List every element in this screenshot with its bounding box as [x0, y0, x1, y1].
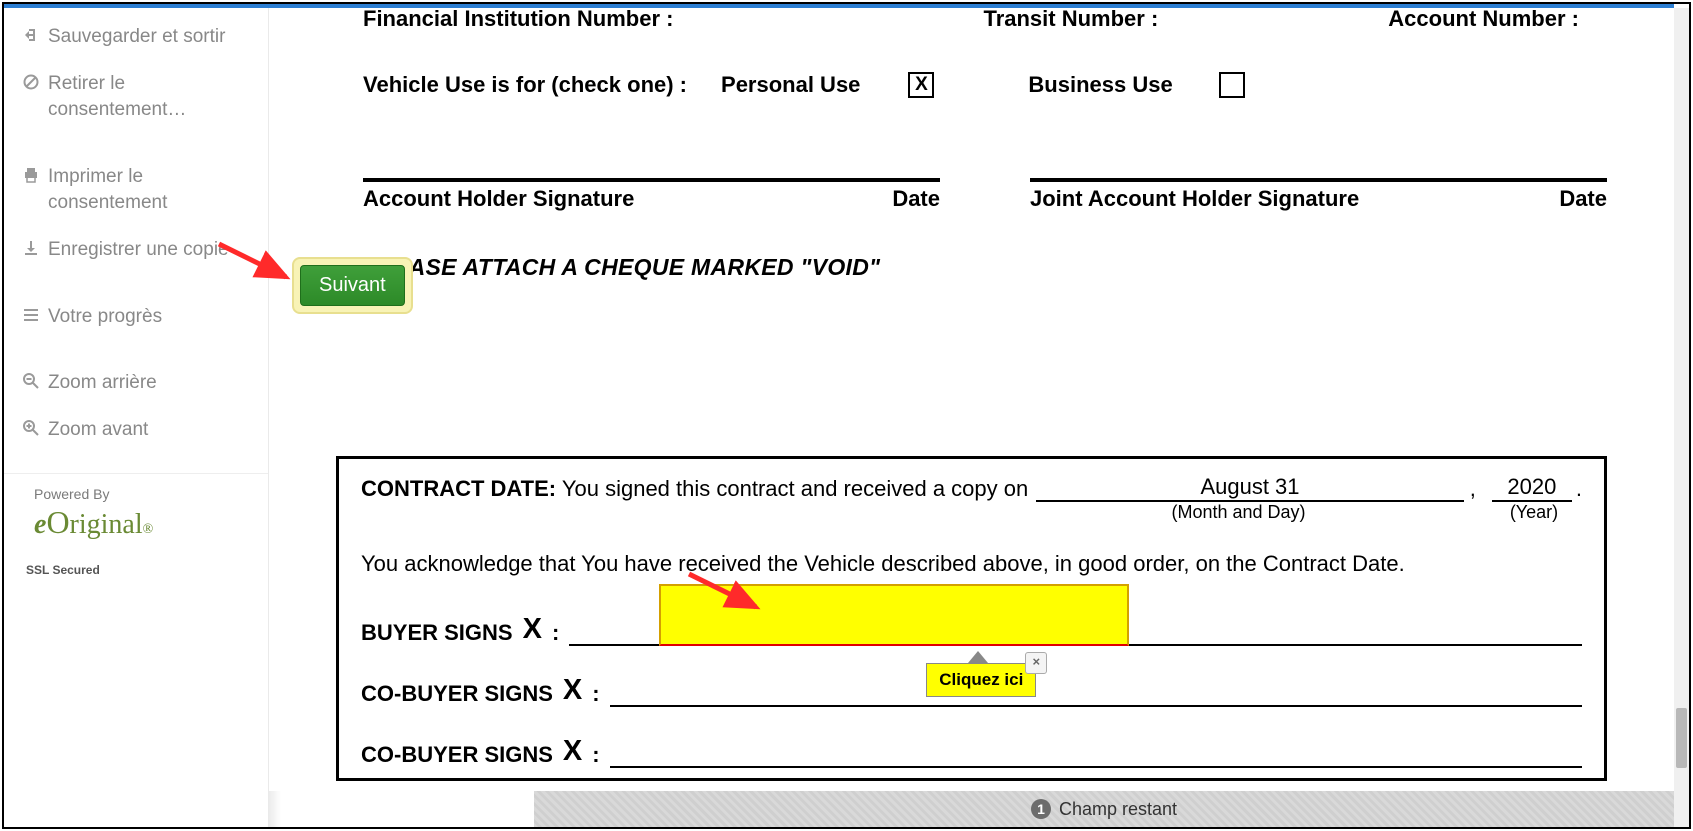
big-x: X — [523, 613, 542, 646]
zoom-in-icon — [22, 420, 40, 436]
sig1-date-label: Date — [892, 186, 940, 212]
powered-by-label: Powered By — [34, 486, 238, 502]
list-icon — [22, 307, 40, 323]
personal-use-label: Personal Use — [721, 72, 860, 98]
sig-line — [1030, 178, 1607, 182]
exit-icon — [22, 27, 40, 43]
transit-number-label: Transit Number : — [983, 8, 1158, 32]
zoom-out-icon — [22, 373, 40, 389]
document-viewport[interactable]: Financial Institution Number : Transit N… — [269, 8, 1674, 791]
contract-date-text: You signed this contract and received a … — [562, 476, 1028, 501]
sig2-date-label: Date — [1559, 186, 1607, 212]
sidebar-label: Sauvegarder et sortir — [48, 24, 250, 51]
colon: : — [552, 620, 559, 646]
contract-box: CONTRACT DATE: You signed this contract … — [336, 456, 1607, 781]
cobuyer2-signs-label: CO-BUYER SIGNS — [361, 742, 553, 768]
sidebar-item-save-copy[interactable]: Enregistrer une copie — [4, 227, 268, 274]
document-page: Financial Institution Number : Transit N… — [281, 8, 1662, 789]
tooltip-close-button[interactable]: × — [1025, 652, 1047, 674]
ban-icon — [22, 74, 40, 90]
download-icon — [22, 240, 40, 256]
big-x: X — [563, 674, 582, 707]
contract-month-day: August 31 — [1036, 474, 1464, 502]
contract-year: 2020 — [1492, 474, 1572, 502]
sig2-label: Joint Account Holder Signature — [1030, 186, 1359, 212]
buyer-sign-line: Cliquez ici × — [569, 618, 1582, 646]
contract-date-label: CONTRACT DATE: — [361, 476, 556, 501]
buyer-signs-label: BUYER SIGNS — [361, 620, 513, 646]
sidebar-label: Retirer le consentement… — [48, 71, 250, 124]
footer-bar: 1 Champ restant — [534, 791, 1674, 827]
sidebar-item-withdraw[interactable]: Retirer le consentement… — [4, 61, 268, 134]
fin-institution-label: Financial Institution Number : — [363, 8, 673, 32]
remaining-text: Champ restant — [1059, 799, 1177, 820]
vehicle-use-label: Vehicle Use is for (check one) : — [363, 72, 687, 98]
print-icon — [22, 167, 40, 183]
year-sublabel: (Year) — [1486, 502, 1582, 523]
account-number-label: Account Number : — [1388, 8, 1579, 32]
month-day-sublabel: (Month and Day) — [1003, 502, 1474, 523]
colon: : — [592, 681, 599, 707]
acknowledgement-text: You acknowledge that You have received t… — [361, 551, 1582, 577]
signature-tooltip: Cliquez ici × — [926, 663, 1036, 697]
vertical-scrollbar[interactable] — [1674, 8, 1689, 827]
big-x: X — [563, 735, 582, 768]
document-area: Financial Institution Number : Transit N… — [269, 8, 1689, 827]
sig1-label: Account Holder Signature — [363, 186, 634, 212]
cobuyer2-signs-row: CO-BUYER SIGNS X : — [361, 735, 1582, 768]
personal-use-checkbox[interactable]: X — [908, 72, 934, 98]
sidebar-label: Imprimer le consentement — [48, 164, 250, 217]
attach-void-note: PLEASE ATTACH A CHEQUE MARKED "VOID" — [363, 254, 1607, 281]
remaining-count-badge: 1 — [1031, 799, 1051, 819]
sidebar-label: Enregistrer une copie — [48, 237, 250, 264]
eoriginal-logo: eOriginal® — [34, 504, 238, 541]
sidebar-item-zoom-in[interactable]: Zoom avant — [4, 407, 268, 454]
sidebar-label: Zoom arrière — [48, 370, 250, 397]
sig-line — [363, 178, 940, 182]
sidebar-item-save-exit[interactable]: Sauvegarder et sortir — [4, 14, 268, 61]
next-button[interactable]: Suivant — [300, 265, 405, 306]
check-mark: X — [915, 74, 928, 96]
business-use-checkbox[interactable] — [1219, 72, 1245, 98]
buyer-signs-row: BUYER SIGNS X : Cliquez ici × — [361, 613, 1582, 646]
cobuyer-sign-line — [610, 679, 1582, 707]
ssl-secured-label: SSL Secured — [4, 541, 268, 577]
sidebar-item-zoom-out[interactable]: Zoom arrière — [4, 360, 268, 407]
sidebar-label: Votre progrès — [48, 304, 250, 331]
tooltip-text: Cliquez ici — [939, 670, 1023, 689]
business-use-label: Business Use — [1028, 72, 1172, 98]
sidebar-label: Zoom avant — [48, 417, 250, 444]
cobuyer2-sign-line — [610, 740, 1582, 768]
sidebar-item-print[interactable]: Imprimer le consentement — [4, 154, 268, 227]
scrollbar-thumb[interactable] — [1676, 708, 1687, 768]
signature-field-highlight[interactable]: Cliquez ici × — [659, 584, 1129, 646]
next-button-container: Suivant — [292, 257, 413, 314]
colon: : — [592, 742, 599, 768]
sidebar-item-progress[interactable]: Votre progrès — [4, 294, 268, 341]
cobuyer-signs-label: CO-BUYER SIGNS — [361, 681, 553, 707]
sidebar: Sauvegarder et sortir Retirer le consent… — [4, 8, 269, 827]
